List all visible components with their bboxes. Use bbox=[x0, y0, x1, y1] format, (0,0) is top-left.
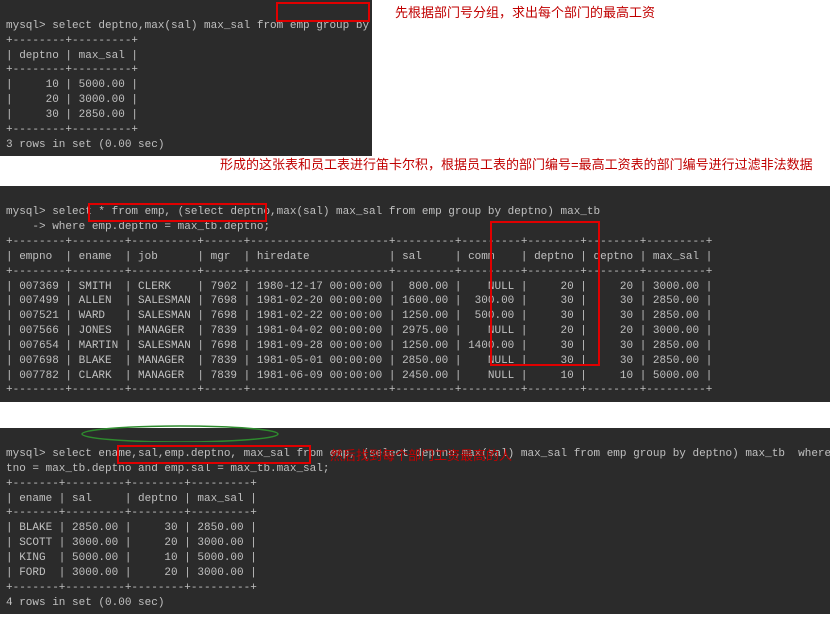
between-1: 形成的这张表和员工表进行笛卡尔积，根据员工表的部门编号=最高工资表的部门编号进行… bbox=[0, 168, 830, 186]
sql-prompt-2b: -> where emp.deptno = max_tb.deptno; bbox=[6, 221, 270, 233]
tbl2-row-1: | 007499 | ALLEN | SALESMAN | 7698 | 198… bbox=[6, 295, 712, 307]
terminal-block-1: mysql> select deptno,max(sal) max_sal fr… bbox=[0, 0, 372, 156]
tbl1-row-0: | 10 | 5000.00 | bbox=[6, 79, 138, 91]
section-1: mysql> select deptno,max(sal) max_sal fr… bbox=[0, 0, 830, 156]
section-2: mysql> select * from emp, (select deptno… bbox=[0, 186, 830, 402]
tbl2-border-top: +--------+--------+----------+------+---… bbox=[6, 236, 712, 248]
tbl3-border-bot: +-------+---------+--------+---------+ bbox=[6, 582, 257, 594]
tbl3-header: | ename | sal | deptno | max_sal | bbox=[6, 493, 257, 505]
tbl1-row-1: | 20 | 3000.00 | bbox=[6, 94, 138, 106]
tbl2-border-mid: +--------+--------+----------+------+---… bbox=[6, 266, 712, 278]
annotation-2: 形成的这张表和员工表进行笛卡尔积，根据员工表的部门编号=最高工资表的部门编号进行… bbox=[220, 154, 813, 173]
tbl1-border-top: +--------+---------+ bbox=[6, 35, 138, 47]
tbl3-border-mid: +-------+---------+--------+---------+ bbox=[6, 507, 257, 519]
sql-prompt-2a: mysql> select * from emp, (select deptno… bbox=[6, 206, 600, 218]
tbl2-border-bot: +--------+--------+----------+------+---… bbox=[6, 384, 712, 396]
tbl2-row-3: | 007566 | JONES | MANAGER | 7839 | 1981… bbox=[6, 325, 712, 337]
tbl1-border-bot: +--------+---------+ bbox=[6, 124, 138, 136]
tbl2-row-2: | 007521 | WARD | SALESMAN | 7698 | 1981… bbox=[6, 310, 712, 322]
tbl1-row-2: | 30 | 2850.00 | bbox=[6, 109, 138, 121]
tbl3-row-2: | KING | 5000.00 | 10 | 5000.00 | bbox=[6, 552, 257, 564]
tbl2-row-6: | 007782 | CLARK | MANAGER | 7839 | 1981… bbox=[6, 370, 712, 382]
annotation-1: 先根据部门号分组，求出每个部门的最高工资 bbox=[395, 2, 655, 21]
tbl2-row-0: | 007369 | SMITH | CLERK | 7902 | 1980-1… bbox=[6, 281, 712, 293]
tbl3-row-1: | SCOTT | 3000.00 | 20 | 3000.00 | bbox=[6, 537, 257, 549]
tbl3-border-top: +-------+---------+--------+---------+ bbox=[6, 478, 257, 490]
section-3: mysql> select ename,sal,emp.deptno, max_… bbox=[0, 428, 830, 614]
tbl3-footer: 4 rows in set (0.00 sec) bbox=[6, 597, 164, 609]
tbl1-border-mid: +--------+---------+ bbox=[6, 64, 138, 76]
tbl3-row-3: | FORD | 3000.00 | 20 | 3000.00 | bbox=[6, 567, 257, 579]
sql-prompt-3b: tno = max_tb.deptno and emp.sal = max_tb… bbox=[6, 463, 329, 475]
tbl1-header: | deptno | max_sal | bbox=[6, 50, 138, 62]
tbl3-row-0: | BLAKE | 2850.00 | 30 | 2850.00 | bbox=[6, 522, 257, 534]
terminal-block-2: mysql> select * from emp, (select deptno… bbox=[0, 186, 830, 402]
tbl2-row-4: | 007654 | MARTIN | SALESMAN | 7698 | 19… bbox=[6, 340, 712, 352]
tbl2-header: | empno | ename | job | mgr | hiredate |… bbox=[6, 251, 712, 263]
tbl1-footer: 3 rows in set (0.00 sec) bbox=[6, 139, 164, 151]
tbl2-row-5: | 007698 | BLAKE | MANAGER | 7839 | 1981… bbox=[6, 355, 712, 367]
annotation-3: 然后找到每个部门工资最高的人 bbox=[330, 445, 512, 464]
sql-prompt-1: mysql> select deptno,max(sal) max_sal fr… bbox=[6, 20, 372, 32]
